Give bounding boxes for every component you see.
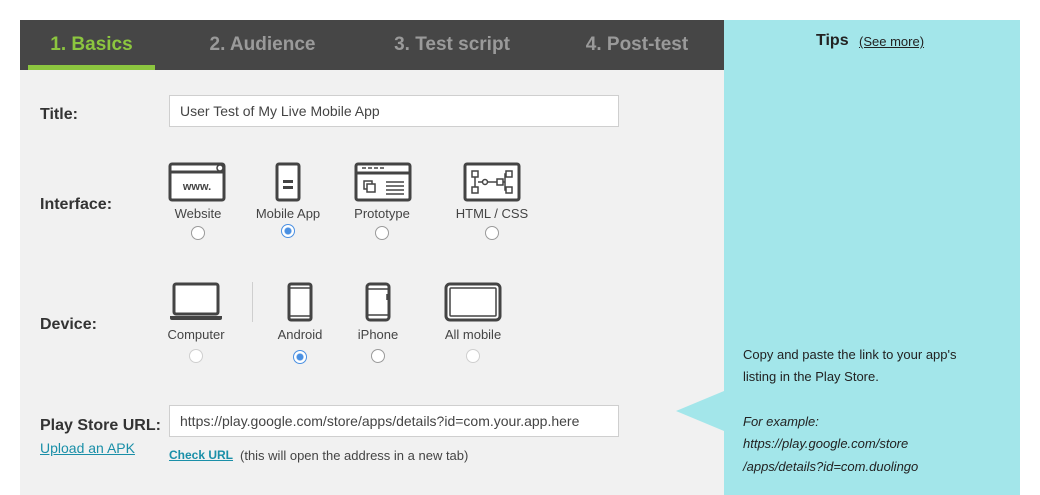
- device-radio-all-mobile[interactable]: [466, 349, 480, 363]
- interface-radio-mobile-app[interactable]: [281, 224, 295, 238]
- interface-option-label: Website: [174, 206, 222, 221]
- step-tabs: 1. Basics 2. Audience 3. Test script 4. …: [20, 20, 724, 70]
- tips-example-url: /apps/details?id=com.duolingo: [743, 459, 919, 474]
- device-option-label: Android: [277, 327, 323, 342]
- iphone-icon: [365, 282, 391, 322]
- device-option-label: iPhone: [357, 327, 399, 342]
- tab-basics[interactable]: 1. Basics: [28, 20, 155, 70]
- play-store-url-label: Play Store URL:: [40, 417, 161, 434]
- form-panel: 1. Basics 2. Audience 3. Test script 4. …: [20, 20, 724, 495]
- laptop-icon: [170, 282, 222, 320]
- tips-title: Tips: [816, 32, 849, 49]
- prototype-icon: [354, 162, 412, 202]
- play-store-url-input[interactable]: [169, 405, 619, 437]
- device-radio-iphone[interactable]: [371, 349, 385, 363]
- tips-text-line: Copy and paste the link to your app's: [743, 347, 957, 362]
- tips-panel: Tips (See more) Copy and paste the link …: [724, 20, 1020, 495]
- tips-pointer: [676, 391, 724, 431]
- interface-label: Interface:: [40, 196, 113, 213]
- html-css-icon: [463, 162, 521, 202]
- tablet-icon: [444, 282, 502, 322]
- android-phone-icon: [287, 282, 313, 322]
- tab-audience[interactable]: 2. Audience: [190, 20, 335, 70]
- mobile-app-icon: [275, 162, 301, 202]
- svg-text:www.: www.: [182, 181, 211, 193]
- upload-apk-link[interactable]: Upload an APK: [40, 440, 135, 456]
- browser-www-icon: www.: [168, 162, 226, 202]
- tips-text-line: listing in the Play Store.: [743, 369, 879, 384]
- tab-test-script[interactable]: 3. Test script: [372, 20, 532, 70]
- interface-option-label: Mobile App: [255, 206, 321, 221]
- interface-radio-html-css[interactable]: [485, 226, 499, 240]
- interface-option-label: Prototype: [354, 206, 410, 221]
- device-label: Device:: [40, 316, 97, 333]
- tab-post-test[interactable]: 4. Post-test: [572, 20, 702, 70]
- interface-radio-prototype[interactable]: [375, 226, 389, 240]
- device-divider: [252, 282, 253, 322]
- title-label: Title:: [40, 106, 78, 123]
- interface-radio-website[interactable]: [191, 226, 205, 240]
- tips-example-label: For example:: [743, 414, 819, 429]
- interface-option-label: HTML / CSS: [455, 206, 529, 221]
- device-radio-android[interactable]: [293, 350, 307, 364]
- check-url-note: (this will open the address in a new tab…: [240, 448, 469, 463]
- title-input[interactable]: [169, 95, 619, 127]
- tips-example-url: https://play.google.com/store: [743, 436, 909, 451]
- check-url-link[interactable]: Check URL: [169, 448, 233, 462]
- device-radio-computer[interactable]: [189, 349, 203, 363]
- device-option-label: All mobile: [444, 327, 502, 342]
- device-option-label: Computer: [167, 327, 225, 342]
- see-more-link[interactable]: (See more): [859, 34, 924, 49]
